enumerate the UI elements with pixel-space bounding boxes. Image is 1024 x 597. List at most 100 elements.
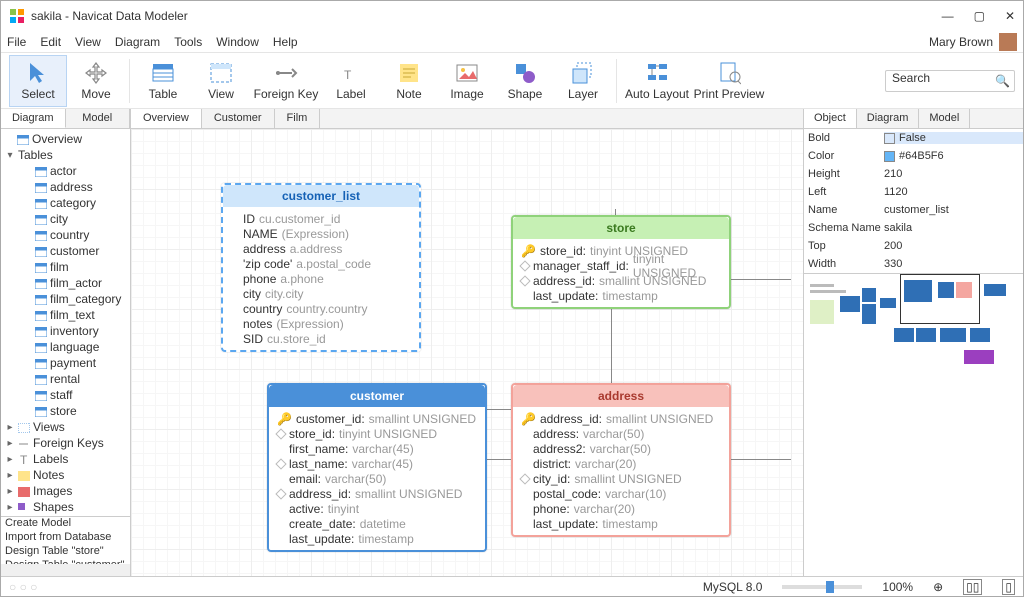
diamond-icon [275, 428, 286, 439]
tree-table-category[interactable]: category [1, 195, 130, 211]
diamond-icon [519, 275, 530, 286]
print-preview-tool[interactable]: Print Preview [693, 55, 765, 107]
tree-table-customer[interactable]: customer [1, 243, 130, 259]
zoom-slider[interactable] [782, 585, 862, 589]
tree-table-store[interactable]: store [1, 403, 130, 419]
overview-icon [17, 134, 29, 144]
tree-table-film_text[interactable]: film_text [1, 307, 130, 323]
image-tool[interactable]: Image [438, 55, 496, 107]
tree-table-address[interactable]: address [1, 179, 130, 195]
prop-top[interactable]: Top200 [804, 237, 1023, 255]
tree-table-film[interactable]: film [1, 259, 130, 275]
menu-view[interactable]: View [75, 35, 101, 49]
entity-customer[interactable]: customer 🔑customer_id: smallint UNSIGNED… [267, 383, 487, 552]
statusbar: ○ ○ ○ MySQL 8.0 100% ⊕ ▯▯ ▯ [1, 576, 1023, 596]
layout-icon-2[interactable]: ▯ [1002, 579, 1015, 595]
collapse-icon[interactable]: ▾ [5, 150, 15, 161]
scrollbar[interactable] [1, 564, 130, 576]
tree-table-payment[interactable]: payment [1, 355, 130, 371]
right-tab-diagram[interactable]: Diagram [857, 109, 920, 128]
diagram-canvas[interactable]: customer_list ID cu.customer_idNAME (Exp… [131, 129, 803, 576]
tree-table-language[interactable]: language [1, 339, 130, 355]
svg-text:T: T [20, 455, 28, 465]
note-tool[interactable]: Note [380, 55, 438, 107]
entity-store[interactable]: store 🔑store_id: tinyint UNSIGNEDmanager… [511, 215, 731, 309]
shape-tool[interactable]: Shape [496, 55, 554, 107]
view-tool[interactable]: View [192, 55, 250, 107]
menu-help[interactable]: Help [273, 35, 298, 49]
prop-bold[interactable]: Bold False [804, 129, 1023, 147]
search-icon: 🔍 [995, 74, 1010, 88]
right-tab-object[interactable]: Object [804, 109, 857, 128]
table-tool[interactable]: Table [134, 55, 192, 107]
connector [731, 459, 791, 460]
tree-table-country[interactable]: country [1, 227, 130, 243]
menu-file[interactable]: File [7, 35, 26, 49]
key-icon: 🔑 [521, 412, 536, 426]
layer-tool[interactable]: Layer [554, 55, 612, 107]
prop-name[interactable]: Namecustomer_list [804, 201, 1023, 219]
left-tab-model[interactable]: Model [66, 109, 131, 128]
auto-layout-tool[interactable]: Auto Layout [621, 55, 693, 107]
menubar: File Edit View Diagram Tools Window Help… [1, 31, 1023, 53]
connector [731, 279, 791, 280]
canvas-tab-film[interactable]: Film [275, 109, 321, 128]
move-tool[interactable]: Move [67, 55, 125, 107]
diamond-icon [519, 473, 530, 484]
diamond-icon [275, 488, 286, 499]
menu-window[interactable]: Window [216, 35, 259, 49]
key-icon: 🔑 [277, 412, 292, 426]
canvas-tab-overview[interactable]: Overview [131, 109, 202, 128]
tree-table-film_category[interactable]: film_category [1, 291, 130, 307]
layout-icon[interactable]: ▯▯ [963, 579, 982, 595]
prop-color[interactable]: Color #64B5F6 [804, 147, 1023, 165]
tree-table-rental[interactable]: rental [1, 371, 130, 387]
svg-text:T: T [344, 68, 352, 82]
diamond-icon [519, 260, 530, 271]
prop-left[interactable]: Left1120 [804, 183, 1023, 201]
user-name: Mary Brown [929, 35, 993, 49]
key-icon: 🔑 [521, 244, 536, 258]
status-db: MySQL 8.0 [703, 580, 763, 594]
tree-table-inventory[interactable]: inventory [1, 323, 130, 339]
tree-table-city[interactable]: city [1, 211, 130, 227]
app-icon [9, 8, 25, 24]
right-panel: Object Diagram Model Bold FalseColor #64… [803, 109, 1023, 576]
entity-address[interactable]: address 🔑address_id: smallint UNSIGNEDad… [511, 383, 731, 537]
object-tree[interactable]: Overview ▾Tables actoraddresscategorycit… [1, 129, 130, 516]
label-tool[interactable]: TLabel [322, 55, 380, 107]
properties-grid[interactable]: Bold FalseColor #64B5F6Height210Left1120… [804, 129, 1023, 273]
entity-customer-list[interactable]: customer_list ID cu.customer_idNAME (Exp… [221, 183, 421, 352]
tree-table-staff[interactable]: staff [1, 387, 130, 403]
minimize-button[interactable]: — [942, 9, 954, 23]
connector [487, 459, 511, 460]
left-tab-diagram[interactable]: Diagram [1, 109, 66, 128]
menu-tools[interactable]: Tools [174, 35, 202, 49]
menu-edit[interactable]: Edit [40, 35, 61, 49]
right-tab-model[interactable]: Model [919, 109, 970, 128]
tree-table-actor[interactable]: actor [1, 163, 130, 179]
diamond-icon [275, 458, 286, 469]
zoom-in-icon[interactable]: ⊕ [933, 580, 943, 594]
select-tool[interactable]: Select [9, 55, 67, 107]
minimap[interactable] [804, 273, 1023, 576]
status-zoom: 100% [882, 580, 913, 594]
foreign-key-tool[interactable]: Foreign Key [250, 55, 322, 107]
user-area[interactable]: Mary Brown [929, 33, 1017, 51]
window-title: sakila - Navicat Data Modeler [31, 9, 942, 23]
canvas-panel: Overview Customer Film customer_list ID … [131, 109, 803, 576]
toolbar: Select Move Table View Foreign Key TLabe… [1, 53, 1023, 109]
search-input[interactable]: Search🔍 [885, 70, 1015, 92]
left-panel: Diagram Model Overview ▾Tables actoraddr… [1, 109, 131, 576]
prop-height[interactable]: Height210 [804, 165, 1023, 183]
tree-table-film_actor[interactable]: film_actor [1, 275, 130, 291]
close-button[interactable]: ✕ [1005, 9, 1015, 23]
connector [611, 305, 612, 383]
prop-width[interactable]: Width330 [804, 255, 1023, 273]
prop-schema-name[interactable]: Schema Namesakila [804, 219, 1023, 237]
menu-diagram[interactable]: Diagram [115, 35, 160, 49]
canvas-tab-customer[interactable]: Customer [202, 109, 275, 128]
history-panel: Create Model Import from Database Design… [1, 516, 130, 576]
avatar [999, 33, 1017, 51]
maximize-button[interactable]: ▢ [974, 9, 985, 23]
